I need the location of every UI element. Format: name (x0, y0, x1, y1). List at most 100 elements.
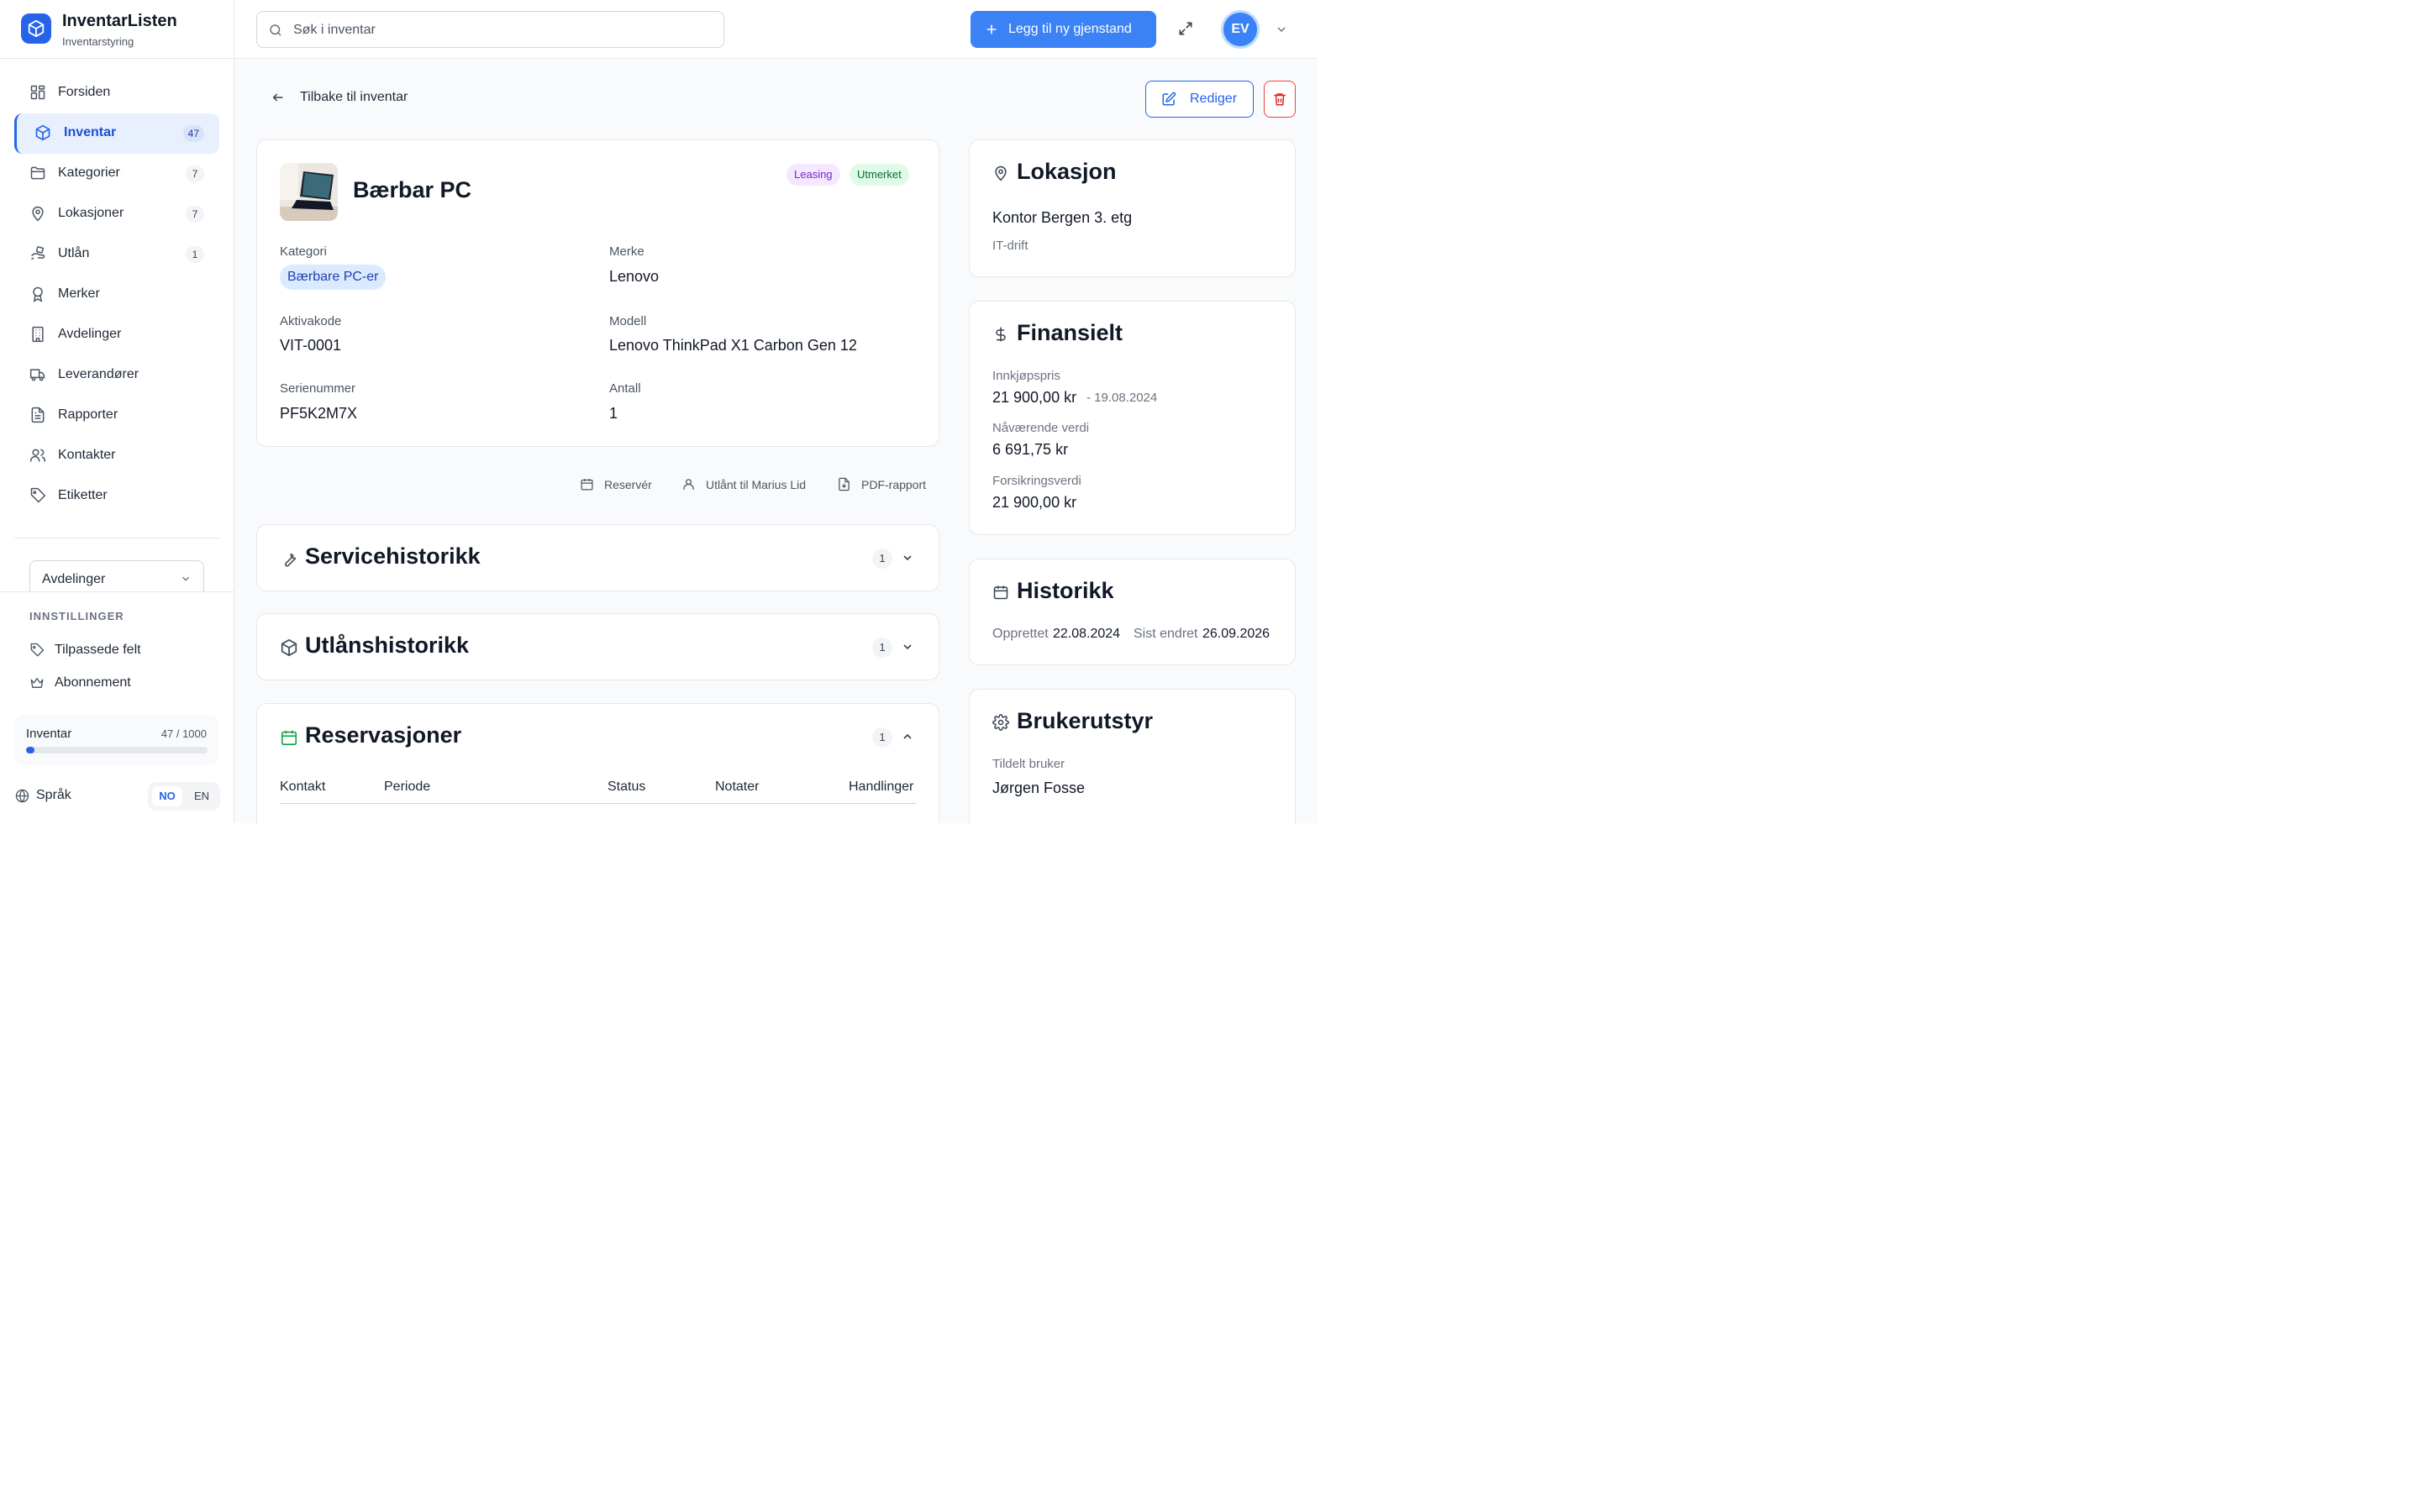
avatar[interactable]: EV (1221, 10, 1260, 49)
sidebar-item-kontakter[interactable]: Kontakter (14, 436, 219, 476)
globe-icon (15, 789, 29, 803)
serial-label: Serienummer (280, 381, 356, 396)
sidebar-item-label: Lokasjoner (58, 206, 124, 220)
sidebar-item-forsiden[interactable]: Forsiden (14, 73, 219, 113)
category-pill[interactable]: Bærbare PC-er (280, 265, 387, 290)
insurance-value-label: Forsikringsverdi (992, 474, 1081, 488)
back-label: Tilbake til inventar (300, 90, 408, 104)
purchase-date: - 19.08.2024 (1086, 391, 1158, 405)
search-icon (268, 23, 283, 38)
expand-icon[interactable] (1177, 20, 1194, 37)
settings-item-custom-fields[interactable]: Tilpassede felt (29, 640, 141, 660)
sidebar-item-inventar[interactable]: Inventar 47 (14, 113, 219, 154)
service-history-section[interactable]: Servicehistorikk 1 (256, 524, 939, 591)
tag-icon (29, 487, 48, 506)
sidebar-item-label: Kontakter (58, 448, 116, 462)
brand-label: Merke (609, 244, 644, 259)
model-value: Lenovo ThinkPad X1 Carbon Gen 12 (609, 337, 857, 354)
arrow-left-icon (271, 91, 285, 104)
language-toggle: NO EN (148, 782, 220, 811)
language-switcher: Språk NO EN (15, 782, 220, 811)
reserve-label: Reservér (604, 477, 652, 491)
item-details-card: Bærbar PC Leasing Utmerket Kategori Bærb… (256, 139, 939, 447)
location-card: Lokasjon Kontor Bergen 3. etg IT-drift (969, 139, 1296, 277)
pdf-report-action[interactable]: PDF-rapport (837, 477, 926, 491)
item-title: Bærbar PC (353, 177, 472, 202)
quantity-label: Antall (609, 381, 641, 396)
created-label: Opprettet (992, 627, 1049, 641)
sidebar-nav: Forsiden Inventar 47 Kategorier 7 Lokasj… (14, 73, 219, 517)
service-history-count: 1 (872, 549, 892, 569)
assigned-user-value: Jørgen Fosse (992, 780, 1086, 796)
grid-icon (29, 84, 48, 102)
column-header-actions[interactable]: Handlinger (849, 780, 913, 795)
current-value: 6 691,75 kr (992, 441, 1069, 458)
main-content: Tilbake til inventar Rediger Bærbar PC L… (234, 60, 1318, 823)
reserve-action[interactable]: Reservér (580, 477, 652, 491)
sidebar-item-avdelinger[interactable]: Avdelinger (14, 315, 219, 355)
edit-button[interactable]: Rediger (1145, 81, 1254, 118)
user-equipment-card: Brukerutstyr Tildelt bruker Jørgen Fosse (969, 689, 1296, 823)
chevron-down-icon[interactable] (901, 551, 914, 564)
sidebar-item-merker[interactable]: Merker (14, 275, 219, 315)
delete-button[interactable] (1264, 81, 1296, 118)
item-actions: Reservér Utlånt til Marius Lid PDF-rappo… (571, 477, 932, 494)
chevron-up-icon[interactable] (901, 730, 914, 743)
sidebar-item-rapporter[interactable]: Rapporter (14, 396, 219, 436)
plus-icon (985, 23, 998, 36)
building-icon (29, 326, 48, 344)
loaned-to-label: Utlånt til Marius Lid (706, 477, 807, 491)
financial-card: Finansielt Innkjøpspris 21 900,00 kr - 1… (969, 301, 1296, 535)
usage-value: 47 / 1000 (160, 727, 207, 740)
sidebar-item-count: 7 (186, 206, 204, 223)
dollar-icon (992, 324, 1009, 344)
history-card: Historikk Opprettet 22.08.2024 Sist endr… (969, 559, 1296, 665)
category-label: Kategori (280, 244, 327, 259)
reservations-title: Reservasjoner (305, 722, 462, 748)
sidebar-item-leverandorer[interactable]: Leverandører (14, 355, 219, 396)
award-icon (29, 286, 48, 304)
language-option-no[interactable]: NO (152, 786, 182, 806)
calendar-icon (992, 583, 1009, 601)
serial-value: PF5K2M7X (280, 405, 358, 422)
sidebar-item-label: Rapporter (58, 407, 118, 422)
add-item-button[interactable]: Legg til ny gjenstand (971, 11, 1156, 48)
user-icon (681, 477, 696, 491)
sidebar-item-label: Leverandører (58, 367, 139, 381)
sidebar-item-utlan[interactable]: Utlån 1 (14, 234, 219, 275)
topbar: Legg til ny gjenstand EV (234, 0, 1318, 59)
inventory-usage: Inventar 47 / 1000 (15, 715, 218, 765)
sidebar-item-count: 47 (182, 125, 204, 142)
item-photo (280, 163, 338, 221)
asset-code-value: VIT-0001 (280, 337, 342, 354)
modified-label: Sist endret (1134, 627, 1198, 641)
sidebar-item-etiketter[interactable]: Etiketter (14, 476, 219, 517)
hand-loan-icon (29, 245, 48, 264)
sidebar-item-count: 7 (186, 165, 204, 182)
chevron-down-icon[interactable] (1275, 23, 1288, 36)
chevron-down-icon[interactable] (901, 640, 914, 654)
column-header-status[interactable]: Status (608, 780, 645, 795)
crown-icon (29, 675, 45, 690)
sidebar-item-label: Avdelinger (58, 327, 122, 341)
column-header-contact[interactable]: Kontakt (280, 780, 325, 795)
table-header-divider (280, 803, 917, 804)
settings-area: INNSTILLINGER Tilpassede felt Abonnement… (0, 591, 234, 823)
usage-label: Inventar (26, 727, 72, 741)
sidebar-item-label: Etiketter (58, 488, 108, 502)
leasing-badge: Leasing (786, 164, 840, 186)
sidebar: InventarListen Inventarstyring Forsiden … (0, 0, 234, 823)
loaned-to-action[interactable]: Utlånt til Marius Lid (681, 477, 806, 491)
sidebar-item-lokasjoner[interactable]: Lokasjoner 7 (14, 194, 219, 234)
language-option-en[interactable]: EN (187, 786, 217, 806)
edit-icon (1161, 92, 1176, 107)
quantity-value: 1 (609, 405, 618, 422)
back-link[interactable]: Tilbake til inventar (271, 90, 408, 105)
column-header-notes[interactable]: Notater (715, 780, 759, 795)
column-header-period[interactable]: Periode (384, 780, 430, 795)
search-input[interactable] (293, 20, 705, 40)
purchase-price-label: Innkjøpspris (992, 369, 1060, 383)
loan-history-section[interactable]: Utlånshistorikk 1 (256, 613, 939, 680)
sidebar-item-kategorier[interactable]: Kategorier 7 (14, 154, 219, 194)
settings-item-subscription[interactable]: Abonnement (29, 673, 131, 693)
